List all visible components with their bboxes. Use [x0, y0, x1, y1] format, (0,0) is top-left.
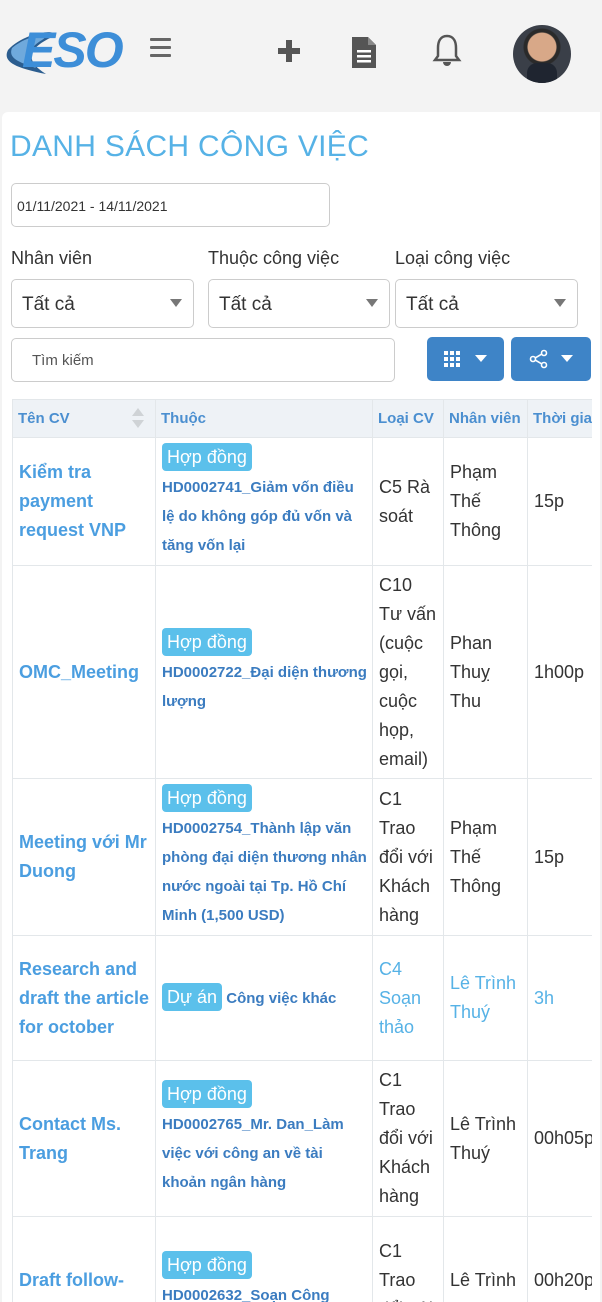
employee-filter-label: Nhân viên — [11, 248, 93, 268]
task-employee: Lê Trình Thuý — [443, 1060, 528, 1217]
task-name[interactable]: Research and draft the article for octob… — [12, 935, 156, 1061]
task-belongs-cell: Dự án Công việc khác — [155, 935, 373, 1061]
employee-select-value: Tất cả — [22, 294, 75, 315]
chevron-down-icon — [561, 355, 573, 362]
document-icon[interactable] — [349, 30, 379, 70]
grid-icon — [444, 351, 460, 367]
contract-badge: Hợp đồng — [162, 1080, 252, 1108]
table-row: Draft follow- Hợp đồng HD0002632_Soạn Côn… — [12, 1216, 592, 1302]
page-title: DANH SÁCH CÔNG VIỆC — [10, 130, 370, 163]
type-filter-label: Loại công việc — [395, 248, 511, 268]
chevron-down-icon — [170, 299, 182, 307]
task-name[interactable]: Draft follow- — [12, 1216, 156, 1302]
task-table-container[interactable]: Tên CV Thuộc Loại CV Nhân viên Thời gian… — [12, 399, 592, 1302]
table-header-row: Tên CV Thuộc Loại CV Nhân viên Thời gian — [12, 399, 592, 438]
column-header-employee[interactable]: Nhân viên — [443, 399, 528, 438]
column-header-name[interactable]: Tên CV — [12, 399, 156, 438]
task-type: C1 Trao đổi với Khách hàng — [372, 1060, 444, 1217]
task-type: C10 Tư vấn (cuộc gọi, cuộc họp, email) — [372, 565, 444, 779]
share-icon — [529, 349, 548, 369]
task-type: C1 Trao đổi với Khách hàng — [372, 778, 444, 936]
logo-text: ESO — [22, 22, 124, 78]
menu-icon[interactable] — [150, 38, 172, 58]
plus-icon[interactable] — [274, 30, 304, 70]
top-bar: ESO — [0, 0, 602, 104]
column-header-type[interactable]: Loại CV — [372, 399, 444, 438]
project-link[interactable]: Công việc khác — [226, 990, 336, 1007]
task-type: C4 Soạn thảo — [372, 935, 444, 1061]
table-row: Meeting với Mr Duong Hợp đồng HD0002754_T… — [12, 778, 592, 936]
employee-select[interactable]: Tất cả — [11, 279, 194, 328]
task-belongs-cell: Hợp đồng HD0002722_Đại diện thương lượng — [155, 565, 373, 779]
column-toggle-button[interactable] — [427, 337, 504, 381]
sort-icon — [132, 408, 144, 430]
avatar[interactable] — [513, 25, 571, 83]
table-row: Contact Ms. Trang Hợp đồng HD0002765_Mr. … — [12, 1060, 592, 1217]
task-type: C1 Trao đổi với — [372, 1216, 444, 1302]
belongs-select-value: Tất cả — [219, 294, 272, 315]
project-badge: Dự án — [162, 983, 223, 1011]
task-belongs-cell: Hợp đồng HD0002754_Thành lập văn phòng đạ… — [155, 778, 373, 936]
type-select[interactable]: Tất cả — [395, 279, 578, 328]
task-employee: Phạm Thế Thông — [443, 437, 528, 566]
contract-link[interactable]: HD0002765_Mr. Dan_Làm việc với công an v… — [162, 1116, 344, 1191]
task-time: 15p — [527, 437, 592, 566]
task-employee: Phạm Thế Thông — [443, 778, 528, 936]
task-employee: Phan Thuỵ Thu — [443, 565, 528, 779]
chevron-down-icon — [366, 299, 378, 307]
task-time: 00h05p — [527, 1060, 592, 1217]
column-header-time[interactable]: Thời gian — [527, 399, 592, 438]
contract-link[interactable]: HD0002741_Giảm vốn điều lệ do không góp … — [162, 479, 354, 554]
task-table: Tên CV Thuộc Loại CV Nhân viên Thời gian… — [12, 399, 592, 1302]
chevron-down-icon — [554, 299, 566, 307]
task-name[interactable]: Kiểm tra payment request VNP — [12, 437, 156, 566]
task-employee: Lê Trình Thuý — [443, 935, 528, 1061]
type-select-value: Tất cả — [406, 294, 459, 315]
task-belongs-cell: Hợp đồng HD0002765_Mr. Dan_Làm việc với c… — [155, 1060, 373, 1217]
task-belongs-cell: Hợp đồng HD0002741_Giảm vốn điều lệ do kh… — [155, 437, 373, 566]
table-row: Kiểm tra payment request VNP Hợp đồng HD0… — [12, 437, 592, 566]
table-row: Research and draft the article for octob… — [12, 935, 592, 1061]
task-employee: Lê Trình — [443, 1216, 528, 1302]
bell-icon[interactable] — [432, 30, 462, 70]
task-time: 00h20p — [527, 1216, 592, 1302]
task-time: 1h00p — [527, 565, 592, 779]
column-header-belongs[interactable]: Thuộc — [155, 399, 373, 438]
contract-badge: Hợp đồng — [162, 1251, 252, 1279]
task-name[interactable]: Contact Ms. Trang — [12, 1060, 156, 1217]
contract-badge: Hợp đồng — [162, 628, 252, 656]
task-name[interactable]: Meeting với Mr Duong — [12, 778, 156, 936]
task-time: 15p — [527, 778, 592, 936]
contract-badge: Hợp đồng — [162, 443, 252, 471]
belongs-filter-label: Thuộc công việc — [208, 248, 340, 268]
table-row: OMC_Meeting Hợp đồng HD0002722_Đại diện t… — [12, 565, 592, 779]
task-time: 3h — [527, 935, 592, 1061]
contract-link[interactable]: HD0002632_Soạn Công — [162, 1287, 330, 1302]
search-input[interactable] — [11, 338, 395, 382]
share-button[interactable] — [511, 337, 591, 381]
date-range-picker[interactable]: 01/11/2021 - 14/11/2021 — [11, 183, 330, 227]
chevron-down-icon — [475, 355, 487, 362]
contract-link[interactable]: HD0002722_Đại diện thương lượng — [162, 664, 367, 710]
task-belongs-cell: Hợp đồng HD0002632_Soạn Công — [155, 1216, 373, 1302]
belongs-select[interactable]: Tất cả — [208, 279, 390, 328]
eso-logo[interactable]: ESO — [6, 22, 124, 78]
task-type: C5 Rà soát — [372, 437, 444, 566]
task-name[interactable]: OMC_Meeting — [12, 565, 156, 779]
contract-link[interactable]: HD0002754_Thành lập văn phòng đại diện t… — [162, 820, 367, 924]
contract-badge: Hợp đồng — [162, 784, 252, 812]
